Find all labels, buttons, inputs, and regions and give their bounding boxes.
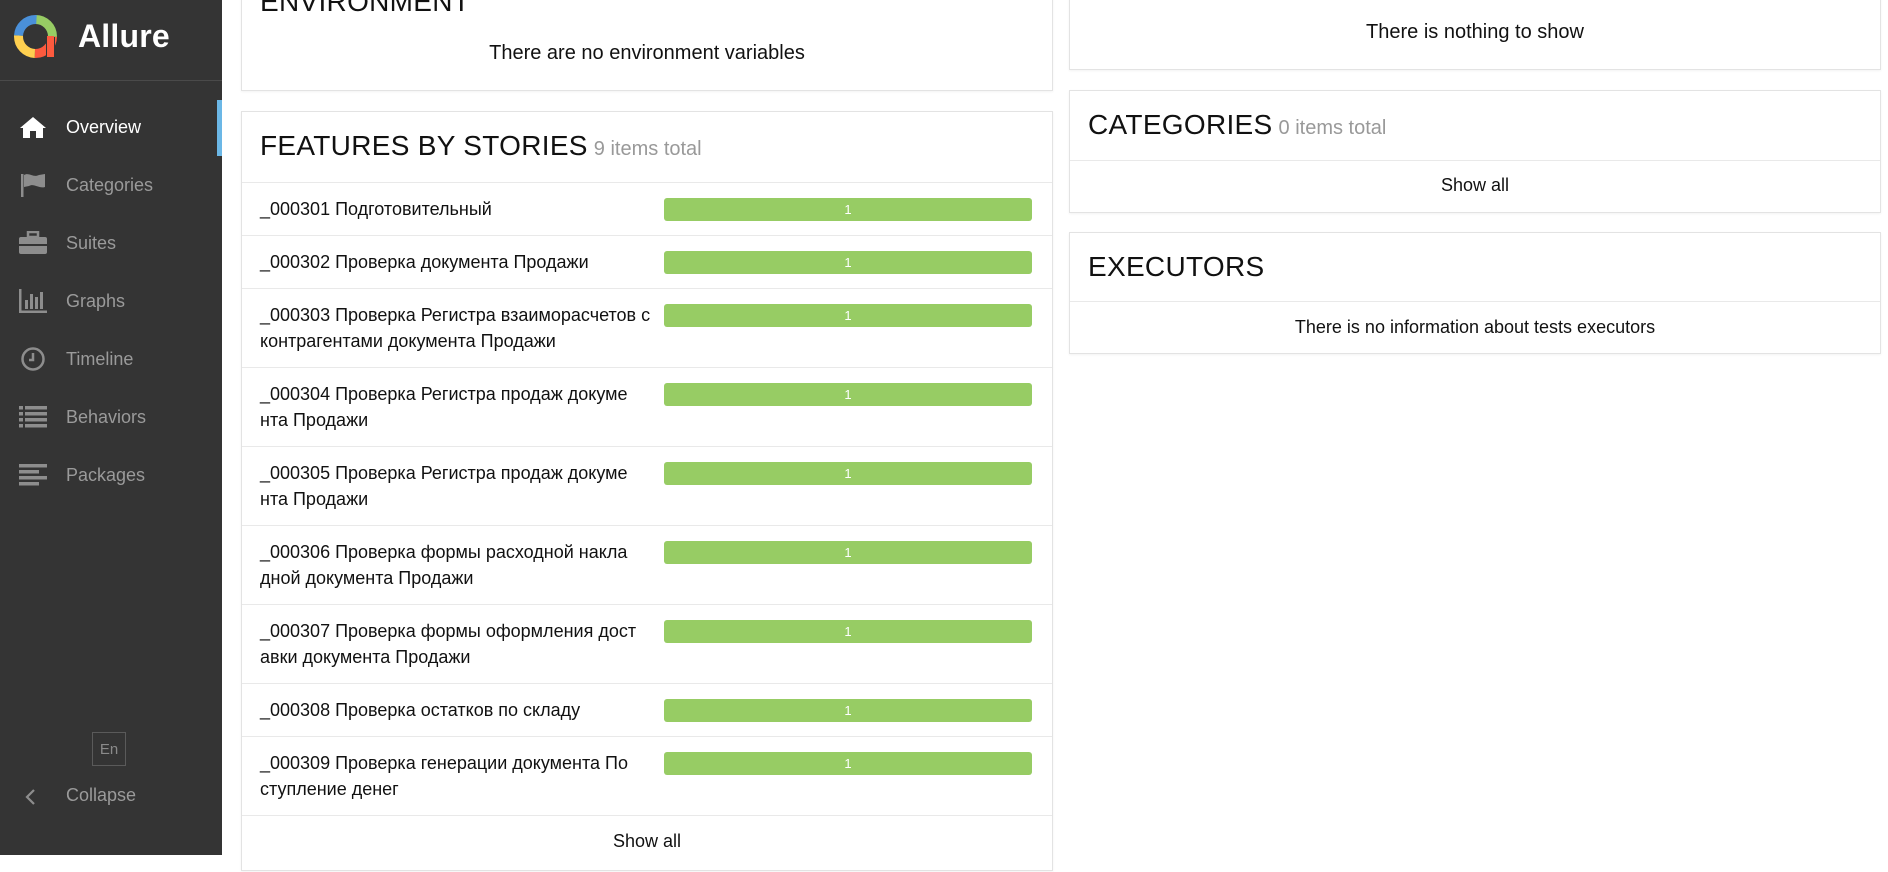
chevron-left-icon [25, 789, 35, 805]
table-row[interactable]: _000307 Проверка формы оформления дост а… [242, 604, 1052, 683]
passed-bar: 1 [664, 251, 1032, 274]
features-show-all-link[interactable]: Show all [242, 831, 1052, 852]
features-count: 9 items total [593, 138, 702, 160]
list-icon [18, 402, 48, 432]
sidebar-item-overview[interactable]: Overview [0, 98, 222, 156]
sidebar-item-timeline[interactable]: Timeline [0, 330, 222, 388]
sidebar: Allure Overview Categories Suites Graphs [0, 0, 222, 855]
language-button[interactable]: En [92, 732, 126, 766]
table-row[interactable]: _000309 Проверка генерации документа По … [242, 736, 1052, 815]
passed-bar: 1 [664, 541, 1032, 564]
environment-title: ENVIRONMENT [260, 0, 471, 17]
sidebar-item-label: Graphs [66, 290, 126, 311]
table-row[interactable]: _000306 Проверка формы расходной накла д… [242, 525, 1052, 604]
executors-info-row: There is no information about tests exec… [1070, 301, 1880, 355]
bar-chart-icon [18, 286, 48, 316]
executors-title: EXECUTORS [1088, 251, 1265, 282]
categories-widget: CATEGORIES 0 items total Show all [1069, 90, 1881, 213]
sidebar-nav: Overview Categories Suites Graphs Timeli… [0, 98, 222, 504]
collapse-button[interactable]: Collapse [0, 776, 222, 816]
collapse-label: Collapse [66, 785, 137, 805]
sidebar-item-label: Categories [66, 174, 154, 195]
passed-bar: 1 [664, 383, 1032, 406]
sidebar-item-label: Overview [66, 116, 142, 137]
feature-name: _000301 Подготовительный [260, 199, 492, 219]
feature-name: _000308 Проверка остатков по складу [260, 700, 581, 720]
briefcase-icon [18, 228, 48, 258]
flag-icon [18, 170, 48, 200]
sidebar-item-label: Packages [66, 464, 146, 485]
show-all-row: Show all [242, 815, 1052, 872]
categories-header: CATEGORIES 0 items total [1088, 109, 1386, 141]
clock-icon [18, 344, 48, 374]
table-row[interactable]: _000305 Проверка Регистра продаж докуме … [242, 446, 1052, 525]
executors-widget: EXECUTORS There is no information about … [1069, 232, 1881, 354]
sidebar-item-label: Behaviors [66, 406, 147, 427]
feature-name: _000307 Проверка формы оформления дост а… [260, 621, 637, 667]
feature-name: _000305 Проверка Регистра продаж докуме … [260, 463, 628, 509]
sidebar-item-behaviors[interactable]: Behaviors [0, 388, 222, 446]
table-row[interactable]: _000301 Подготовительный 1 [242, 182, 1052, 235]
sidebar-item-packages[interactable]: Packages [0, 446, 222, 504]
passed-bar: 1 [664, 699, 1032, 722]
table-row[interactable]: _000304 Проверка Регистра продаж докуме … [242, 367, 1052, 446]
environment-widget: ENVIRONMENT There are no environment var… [241, 0, 1053, 91]
executors-empty-text: There is no information about tests exec… [1294, 317, 1656, 337]
nothing-to-show-text: There is nothing to show [1366, 21, 1584, 43]
table-row[interactable]: _000308 Проверка остатков по складу 1 [242, 683, 1052, 736]
categories-show-all-link[interactable]: Show all [1070, 175, 1880, 196]
sidebar-item-suites[interactable]: Suites [0, 214, 222, 272]
sidebar-item-categories[interactable]: Categories [0, 156, 222, 214]
sidebar-item-label: Timeline [66, 348, 134, 369]
sidebar-item-graphs[interactable]: Graphs [0, 272, 222, 330]
passed-bar: 1 [664, 752, 1032, 775]
features-title: FEATURES BY STORIES [260, 130, 588, 161]
sidebar-item-label: Suites [66, 232, 117, 253]
feature-name: _000303 Проверка Регистра взаиморасчетов… [260, 305, 651, 351]
passed-bar: 1 [664, 462, 1032, 485]
categories-count: 0 items total [1278, 117, 1387, 139]
top-right-widget: There is nothing to show [1069, 0, 1881, 70]
table-row[interactable]: _000303 Проверка Регистра взаиморасчетов… [242, 288, 1052, 367]
feature-name: _000302 Проверка документа Продажи [260, 252, 589, 272]
feature-name: _000306 Проверка формы расходной накла д… [260, 542, 628, 588]
allure-logo-icon [14, 15, 57, 58]
passed-bar: 1 [664, 620, 1032, 643]
categories-title: CATEGORIES [1088, 109, 1273, 140]
passed-bar: 1 [664, 198, 1032, 221]
features-by-stories-widget: FEATURES BY STORIES 9 items total _000301… [241, 111, 1053, 871]
table-row[interactable]: _000302 Проверка документа Продажи 1 [242, 235, 1052, 288]
environment-empty-text: There are no environment variables [489, 42, 805, 64]
show-all-row: Show all [1070, 160, 1880, 214]
features-header: FEATURES BY STORIES 9 items total [260, 130, 702, 162]
align-left-icon [18, 460, 48, 490]
brand-title: Allure [78, 18, 170, 54]
home-icon [18, 112, 48, 142]
feature-name: _000309 Проверка генерации документа По … [260, 753, 628, 799]
brand[interactable]: Allure [0, 0, 222, 81]
feature-name: _000304 Проверка Регистра продаж докуме … [260, 384, 628, 430]
passed-bar: 1 [664, 304, 1032, 327]
